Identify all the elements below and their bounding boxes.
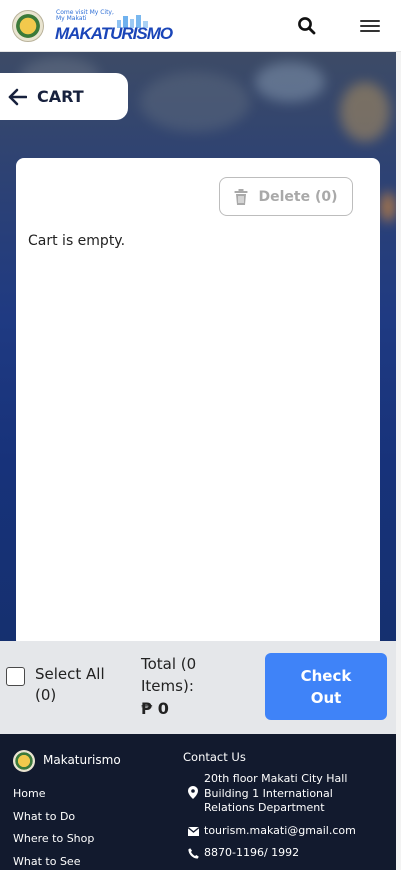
email-text[interactable]: tourism.makati@gmail.com [204, 824, 379, 839]
total-label: Total (0 Items): [141, 655, 197, 695]
phone-text[interactable]: 8870-1196/ 1992 [204, 846, 364, 861]
total-amount: ₱ 0 [141, 699, 169, 718]
contact-email[interactable]: tourism.makati@gmail.com [183, 824, 379, 839]
arrow-left-icon [8, 88, 27, 105]
location-pin-icon [188, 786, 198, 799]
select-all-checkbox[interactable] [6, 667, 25, 686]
checkout-bar: Select All (0) Total (0 Items): ₱ 0 Chec… [0, 641, 396, 734]
menu-button[interactable] [356, 12, 384, 40]
footer-brand: Makaturismo [43, 753, 121, 767]
envelope-icon [187, 827, 199, 836]
trash-icon [234, 188, 248, 205]
checkout-button[interactable]: Check Out [265, 653, 387, 720]
makati-seal-logo[interactable] [12, 10, 44, 42]
select-all-label[interactable]: Select All (0) [35, 664, 125, 706]
contact-phone[interactable]: 8870-1196/ 1992 [183, 846, 364, 861]
page-edge [396, 52, 401, 870]
hamburger-menu-icon [360, 20, 380, 32]
footer-link-what-to-do[interactable]: What to Do [13, 806, 94, 829]
address-text: 20th floor Makati City Hall Building 1 I… [204, 772, 348, 814]
makaturismo-logo[interactable]: Come visit My City, My Makati MAKATURISM… [55, 9, 173, 44]
site-header: Come visit My City, My Makati MAKATURISM… [0, 0, 401, 52]
search-button[interactable] [293, 12, 321, 40]
footer-links: Home What to Do Where to Shop What to Se… [13, 783, 94, 870]
delete-button[interactable]: Delete (0) [219, 177, 353, 216]
delete-label: Delete (0) [258, 188, 338, 205]
footer-link-home[interactable]: Home [13, 783, 94, 806]
page-title: CART [37, 87, 84, 106]
logo-wordmark: MAKATURISMO [55, 24, 173, 43]
back-button[interactable] [7, 88, 27, 106]
phone-icon [187, 848, 199, 859]
search-icon [298, 17, 316, 35]
footer-link-where-to-shop[interactable]: Where to Shop [13, 828, 94, 851]
contact-title: Contact Us [183, 750, 246, 764]
logo-tagline: Come visit My City, My Makati [56, 9, 114, 22]
footer-link-what-to-see[interactable]: What to See [13, 851, 94, 870]
contact-address: 20th floor Makati City Hall Building 1 I… [183, 772, 364, 816]
cart-panel: Delete (0) Cart is empty. [16, 158, 380, 648]
footer-seal-logo [13, 750, 35, 772]
site-footer: Makaturismo Home What to Do Where to Sho… [0, 734, 396, 870]
cart-header: CART [0, 73, 128, 120]
empty-cart-message: Cart is empty. [28, 233, 126, 249]
